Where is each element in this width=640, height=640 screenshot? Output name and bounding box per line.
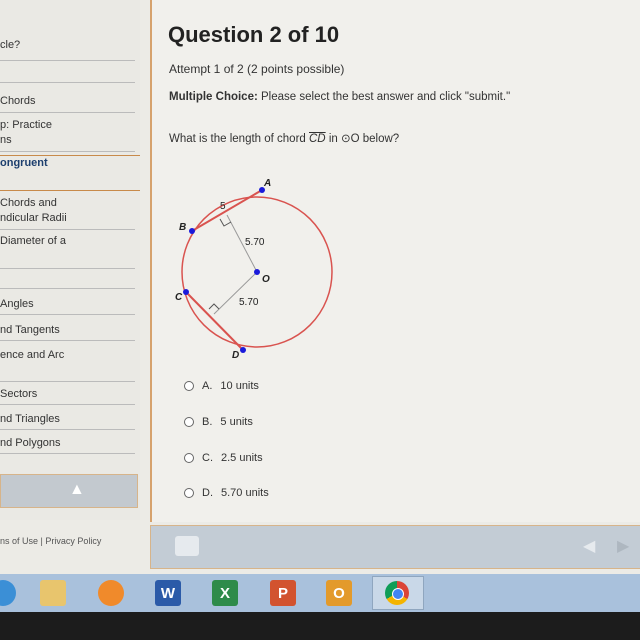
point-c [183, 289, 189, 295]
word-icon[interactable]: W [155, 580, 181, 606]
print-icon[interactable] [175, 536, 199, 556]
up-arrow-icon[interactable]: ▲ [69, 481, 85, 499]
outlook-icon[interactable]: O [326, 580, 352, 606]
option-text: 10 units [220, 380, 259, 392]
option-letter: D. [202, 487, 213, 499]
q-mid: in [325, 133, 341, 145]
label-d: D [232, 350, 239, 361]
terms-link[interactable]: ns of Use [0, 536, 38, 546]
q-pre: What is the length of chord [169, 133, 309, 145]
sidebar-item[interactable]: nd Tangents [0, 323, 135, 341]
radio-b[interactable] [184, 417, 194, 427]
sidebar-item[interactable] [0, 276, 135, 289]
sidebar-item-current[interactable]: ongruent [0, 155, 140, 191]
label-dist-1: 5.70 [245, 237, 265, 248]
question-panel: Question 2 of 10 Attempt 1 of 2 (2 point… [150, 0, 640, 522]
option-a[interactable]: A. 10 units [184, 380, 259, 392]
option-d[interactable]: D. 5.70 units [184, 487, 269, 499]
option-c[interactable]: C. 2.5 units [184, 452, 263, 464]
sidebar-nav-bar: ▲ [0, 474, 138, 508]
option-letter: C. [202, 452, 213, 464]
label-c: C [175, 292, 183, 303]
option-letter: B. [202, 416, 213, 428]
question-text: What is the length of chord CD in ⊙O bel… [169, 131, 399, 145]
point-d [240, 347, 246, 353]
media-player-icon[interactable] [98, 580, 124, 606]
bottom-toolbar: ◀ ▶ [150, 525, 640, 569]
chrome-taskbar-button[interactable] [372, 576, 424, 610]
excel-icon[interactable]: X [212, 580, 238, 606]
sidebar-item[interactable]: Sectors [0, 387, 135, 405]
instr-text: Please select the best answer and click … [257, 91, 511, 103]
q-post: O below? [350, 133, 400, 145]
privacy-link[interactable]: Privacy Policy [45, 536, 101, 546]
attempt-info: Attempt 1 of 2 (2 points possible) [169, 62, 345, 76]
page-title: Question 2 of 10 [168, 22, 340, 47]
instructions: Multiple Choice: Please select the best … [169, 91, 510, 103]
circle-diagram: A B C D O 5 5.70 5.70 [175, 178, 333, 361]
label-a: A [263, 178, 271, 189]
point-b [189, 228, 195, 234]
chord-cd [185, 291, 244, 351]
sidebar-item[interactable]: nd Polygons [0, 436, 135, 454]
circle-symbol: ⊙ [340, 133, 351, 145]
ie-icon[interactable] [0, 580, 16, 606]
separator: | [40, 536, 43, 546]
radio-a[interactable] [184, 381, 194, 391]
right-angle-mark [208, 303, 220, 310]
sidebar-item[interactable]: p: Practice ns [0, 118, 135, 152]
label-o: O [262, 274, 270, 285]
sidebar-item[interactable]: Chords and ndicular Radii [0, 196, 135, 230]
radio-d[interactable] [184, 488, 194, 498]
sidebar-item[interactable]: Diameter of a [0, 234, 135, 269]
footer: ns of Use | Privacy Policy [0, 536, 101, 546]
sidebar-item[interactable]: ence and Arc [0, 348, 135, 382]
back-arrow-icon[interactable]: ◀ [583, 536, 595, 556]
chrome-icon [385, 581, 409, 605]
option-text: 2.5 units [221, 452, 263, 464]
powerpoint-icon[interactable]: P [270, 580, 296, 606]
option-text: 5.70 units [221, 487, 269, 499]
taskbar: W X P O [0, 574, 640, 612]
chord-label: CD [309, 133, 326, 145]
lesson-sidebar: cle? Chords p: Practice ns ongruent Chor… [0, 0, 140, 520]
explorer-icon[interactable] [40, 580, 66, 606]
option-letter: A. [202, 380, 213, 392]
sidebar-item[interactable]: nd Triangles [0, 412, 135, 430]
point-o [254, 269, 260, 275]
label-dist-2: 5.70 [239, 297, 259, 308]
label-b: B [179, 222, 186, 233]
sidebar-item[interactable]: Angles [0, 297, 135, 315]
radio-c[interactable] [184, 453, 194, 463]
option-b[interactable]: B. 5 units [184, 416, 253, 428]
sidebar-item[interactable]: cle? [0, 38, 135, 61]
option-text: 5 units [220, 416, 253, 428]
next-arrow-icon[interactable]: ▶ [617, 536, 629, 556]
instr-bold: Multiple Choice: [169, 91, 258, 103]
sidebar-item[interactable] [0, 62, 135, 83]
label-half-ab: 5 [220, 201, 226, 212]
monitor-bezel [0, 612, 640, 640]
sidebar-item[interactable]: Chords [0, 94, 135, 113]
